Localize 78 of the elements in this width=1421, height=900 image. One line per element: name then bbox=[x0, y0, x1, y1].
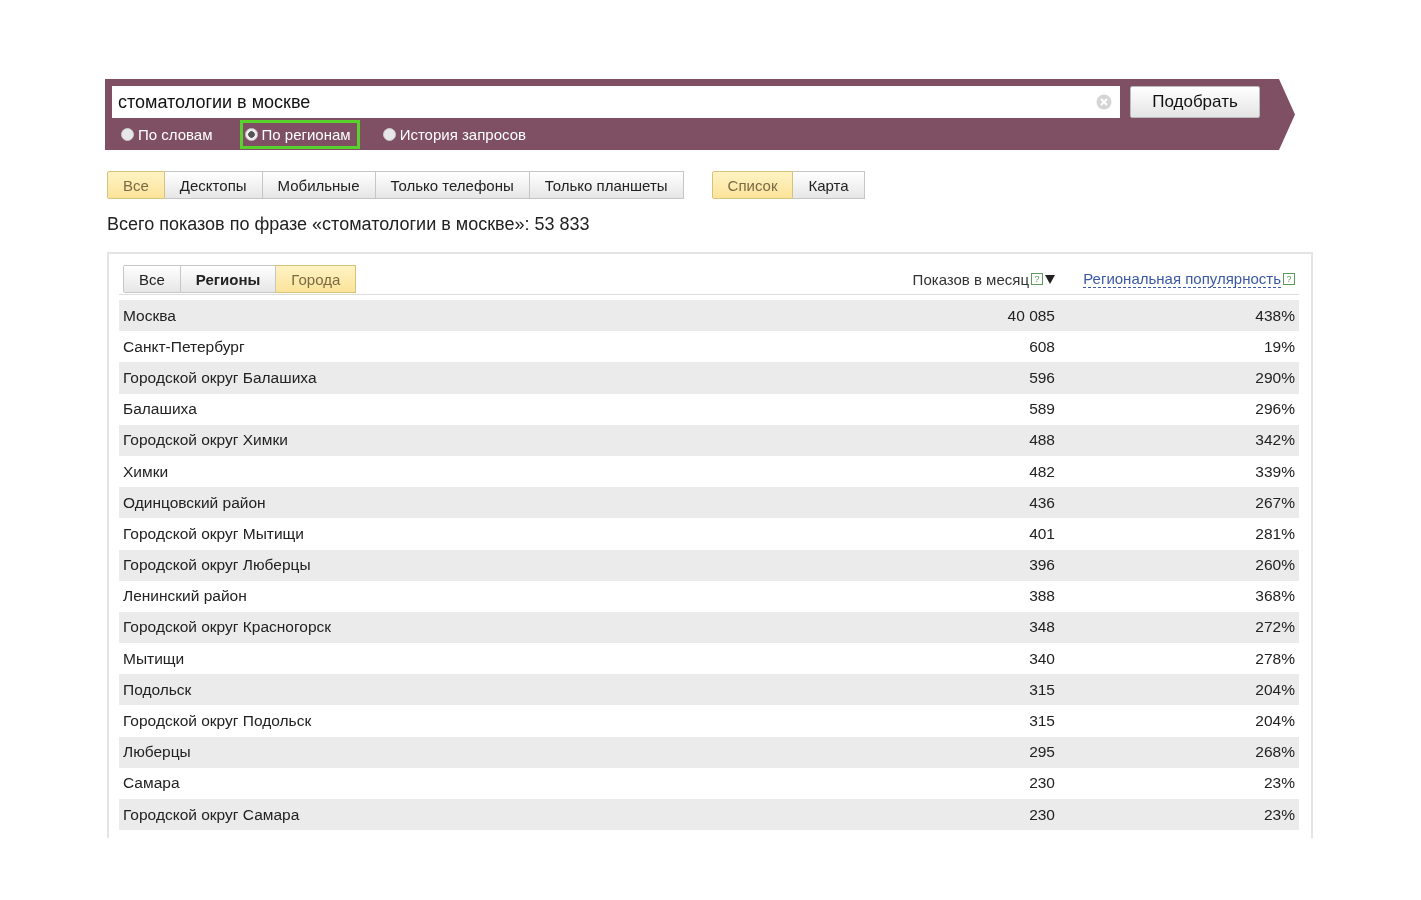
region-name: Одинцовский район bbox=[123, 493, 267, 512]
table-cell-text: 230 bbox=[1028, 805, 1055, 824]
table-cell-text: 315 bbox=[1028, 680, 1055, 699]
radio-option[interactable]: По словам bbox=[116, 120, 222, 149]
table-cell-text: 589 bbox=[1028, 400, 1055, 419]
tab[interactable]: Регионы bbox=[180, 265, 277, 293]
table-cell-text: 348 bbox=[1028, 618, 1055, 637]
total-summary: Всего показов по фразе «стоматологии в москве»: 53 833 bbox=[107, 214, 591, 235]
help-button[interactable]: ? bbox=[1283, 273, 1295, 285]
radio-option[interactable]: По регионам bbox=[239, 120, 360, 149]
tab[interactable]: Города bbox=[276, 265, 357, 293]
region-name: Городской округ Красногорск bbox=[123, 618, 333, 637]
table-cell-text: 488 bbox=[1028, 431, 1055, 450]
table-cell-text: 295 bbox=[1028, 743, 1055, 762]
radio-button[interactable] bbox=[121, 128, 134, 141]
tab[interactable]: Только телефоны bbox=[375, 171, 530, 199]
sort-arrow-icon[interactable] bbox=[1045, 274, 1055, 284]
region-name: Городской округ Подольск bbox=[123, 712, 313, 731]
radio-option[interactable]: История запросов bbox=[377, 120, 535, 149]
region-name: Балашиха bbox=[123, 400, 198, 419]
radio-label: По регионам bbox=[261, 126, 351, 143]
region-name: Санкт-Петербург bbox=[123, 337, 246, 356]
tab[interactable]: Только планшеты bbox=[529, 171, 684, 199]
table-cell-text: 388 bbox=[1028, 587, 1055, 606]
table-cell-text: 596 bbox=[1028, 368, 1055, 387]
region-name: Городской округ Балашиха bbox=[123, 368, 318, 387]
table-cell-text: 340 bbox=[1028, 649, 1055, 668]
radio-button[interactable] bbox=[244, 128, 258, 141]
tab[interactable]: Мобильные bbox=[262, 171, 376, 199]
search-field[interactable]: стоматологии в москве bbox=[112, 86, 1120, 118]
table-cell-text: 315 bbox=[1028, 712, 1055, 731]
table-cell-text: 272% bbox=[1254, 618, 1295, 637]
region-name: Самара bbox=[123, 774, 181, 793]
column-header-link[interactable]: Региональная популярность bbox=[1083, 270, 1281, 288]
table-cell-text: 436 bbox=[1028, 493, 1055, 512]
table-cell-text: 608 bbox=[1028, 337, 1055, 356]
region-name: Городской округ Люберцы bbox=[123, 556, 312, 575]
table-cell-text: 482 bbox=[1028, 462, 1055, 481]
radio-label: История запросов bbox=[399, 126, 526, 143]
table-cell-text: 260% bbox=[1254, 556, 1295, 575]
tab[interactable]: Список bbox=[711, 171, 794, 199]
region-name: Подольск bbox=[123, 680, 193, 699]
table-cell-text: 281% bbox=[1254, 524, 1295, 543]
table-cell-text: 204% bbox=[1254, 712, 1295, 731]
region-name: Городской округ Самара bbox=[123, 805, 301, 824]
column-header[interactable]: Показов в месяц bbox=[912, 270, 1029, 288]
table-cell-text: 267% bbox=[1254, 493, 1295, 512]
region-name: Мытищи bbox=[123, 649, 186, 668]
table-cell-text: 368% bbox=[1254, 587, 1295, 606]
table-cell-text: 401 bbox=[1028, 524, 1055, 543]
table-cell-text: 40 085 bbox=[1006, 306, 1055, 325]
tab[interactable]: Карта bbox=[793, 171, 865, 199]
table-cell-text: 278% bbox=[1254, 649, 1295, 668]
table-cell-text: 438% bbox=[1254, 306, 1295, 325]
tab[interactable]: Все bbox=[123, 265, 181, 293]
table-cell-text: 290% bbox=[1254, 368, 1295, 387]
tab[interactable]: Все bbox=[107, 171, 165, 199]
region-name: Химки bbox=[123, 462, 170, 481]
table-cell-text: 339% bbox=[1254, 462, 1295, 481]
region-name: Ленинский район bbox=[123, 587, 248, 606]
region-name: Москва bbox=[123, 306, 177, 325]
table-cell-text: 23% bbox=[1262, 805, 1295, 824]
radio-button[interactable] bbox=[382, 128, 396, 141]
tab[interactable]: Десктопы bbox=[164, 171, 263, 199]
table-cell-text: 268% bbox=[1254, 743, 1295, 762]
table-cell-text: 396 bbox=[1028, 556, 1055, 575]
radio-label: По словам bbox=[138, 126, 213, 143]
table-cell-text: 230 bbox=[1028, 774, 1055, 793]
table-cell-text: 23% bbox=[1262, 774, 1295, 793]
region-name: Городской округ Химки bbox=[123, 431, 289, 450]
region-name: Люберцы bbox=[123, 743, 192, 762]
table-cell-text: 204% bbox=[1254, 680, 1295, 699]
help-button[interactable]: ? bbox=[1031, 273, 1043, 285]
search-button[interactable]: Подобрать bbox=[1130, 86, 1260, 118]
table-cell-text: 342% bbox=[1254, 431, 1295, 450]
region-name: Городской округ Мытищи bbox=[123, 524, 305, 543]
table-cell-text: 19% bbox=[1262, 337, 1295, 356]
table-cell-text: 296% bbox=[1254, 400, 1295, 419]
